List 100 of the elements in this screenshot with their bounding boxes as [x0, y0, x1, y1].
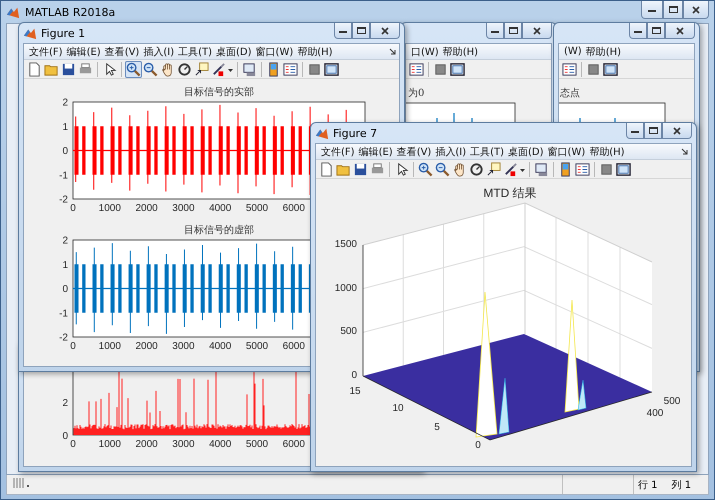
axis-tick-label: 2: [62, 98, 68, 108]
close-button[interactable]: [522, 23, 552, 39]
data-cursor-icon[interactable]: [485, 160, 502, 178]
window-panel-icon[interactable]: [449, 60, 466, 78]
minimize-button[interactable]: [641, 1, 663, 19]
close-button[interactable]: [662, 123, 692, 139]
close-icon: [673, 126, 681, 134]
axis-tick-label: 500: [340, 326, 357, 337]
axis-tick-label: 2000: [135, 439, 158, 450]
menu-item[interactable]: 帮助(H): [296, 44, 334, 58]
axis-tick-label: 3000: [172, 439, 195, 450]
axis-tick-label: 400: [646, 408, 664, 419]
zoom-in-icon[interactable]: [417, 160, 434, 178]
menu-item[interactable]: 窗口(W): [546, 144, 586, 158]
menu-item[interactable]: 文件(F): [28, 44, 64, 58]
axis-tick-label: 5000: [246, 203, 268, 214]
window-panel-icon[interactable]: [602, 60, 619, 78]
matlab-logo-icon: [315, 126, 329, 140]
axis-tick-label: 3000: [172, 341, 195, 352]
axis-tick-label: 4000: [209, 341, 232, 352]
axis-tick-label: 10: [392, 403, 404, 414]
close-icon: [533, 26, 541, 34]
window-title: Figure 1: [41, 26, 86, 40]
legend-icon[interactable]: [282, 60, 299, 78]
axis-tick-label: 1500: [334, 239, 357, 250]
maximize-button[interactable]: [644, 123, 662, 139]
legend-icon[interactable]: [574, 160, 591, 178]
matlab-logo-icon: [6, 5, 20, 19]
zoom-out-icon[interactable]: [434, 160, 451, 178]
close-icon: [676, 26, 684, 34]
menu-item[interactable]: 桌面(D): [507, 144, 545, 158]
minimize-button[interactable]: [626, 123, 644, 139]
menu-item[interactable]: 编辑(E): [66, 44, 102, 58]
menu-item[interactable]: 口(W): [410, 44, 440, 58]
menu-item[interactable]: 工具(T): [469, 144, 506, 158]
menu-item[interactable]: 编辑(E): [358, 144, 394, 158]
rotate-icon[interactable]: [176, 60, 193, 78]
axis-tick-label: 0: [351, 370, 357, 381]
axis-tick-label: 15: [349, 386, 361, 397]
plot-title: 目标信号的虚部: [184, 225, 254, 236]
legend-icon[interactable]: [408, 60, 425, 78]
close-icon: [381, 26, 389, 34]
window-panel-icon[interactable]: [323, 60, 340, 78]
axis-tick-label: 6000: [282, 341, 305, 352]
menu-item[interactable]: 帮助(H): [588, 144, 626, 158]
axis-tick-label: 6000: [282, 203, 305, 214]
minimize-button[interactable]: [486, 23, 504, 39]
close-button[interactable]: [665, 23, 695, 39]
menu-item[interactable]: 帮助(H): [442, 44, 480, 58]
maximize-button[interactable]: [647, 23, 665, 39]
data-cursor-icon[interactable]: [193, 60, 210, 78]
zoom-in-icon[interactable]: [125, 60, 142, 78]
window-panel-icon[interactable]: [615, 160, 632, 178]
axis-tick-label: 4000: [209, 439, 232, 450]
dock-arrow-icon[interactable]: [389, 48, 396, 55]
axis-tick-label: 6000: [282, 439, 305, 450]
axis-tick-label: 0: [70, 439, 76, 450]
maximize-icon: [648, 127, 658, 134]
monitor-icon[interactable]: [533, 160, 550, 178]
axis-tick-label: 0: [62, 431, 68, 442]
close-button[interactable]: [370, 23, 400, 39]
menu-item[interactable]: 插入(I): [142, 44, 176, 58]
axis-tick-label: 1: [62, 260, 68, 271]
menu-item[interactable]: 帮助(H): [584, 44, 622, 58]
menu-item[interactable]: 查看(V): [396, 144, 432, 158]
window-title: MATLAB R2018a: [25, 6, 116, 18]
menu-item[interactable]: (W): [563, 46, 583, 57]
plot-title: 态点: [560, 88, 580, 99]
maximize-button[interactable]: [504, 23, 522, 39]
zoom-out-icon[interactable]: [142, 60, 159, 78]
menu-item[interactable]: 文件(F): [320, 144, 356, 158]
menu-item[interactable]: 工具(T): [177, 44, 214, 58]
maximize-button[interactable]: [352, 23, 370, 39]
axis-tick-label: 1000: [334, 283, 357, 294]
maximize-icon: [652, 27, 660, 34]
minimize-button[interactable]: [334, 23, 352, 39]
close-button[interactable]: [683, 1, 709, 19]
maximize-button[interactable]: [663, 1, 683, 19]
axis-tick-label: 500: [664, 396, 680, 407]
axis-tick-label: -2: [59, 332, 68, 344]
column-indicator: 列 1: [672, 478, 692, 492]
menu-item[interactable]: 桌面(D): [215, 44, 253, 58]
axis-tick-label: -2: [59, 194, 68, 206]
dock-arrow-icon[interactable]: [681, 148, 688, 155]
axis-tick-label: 4000: [209, 203, 232, 214]
close-icon: [692, 6, 700, 14]
legend-icon[interactable]: [561, 60, 578, 78]
monitor-icon[interactable]: [241, 60, 258, 78]
axis-tick-label: 2000: [135, 341, 158, 352]
minimize-button[interactable]: [629, 23, 647, 39]
rotate-icon[interactable]: [468, 160, 485, 178]
plot-title: 目标信号的实部: [184, 87, 254, 98]
axis-tick-label: 5000: [246, 439, 268, 450]
row-indicator: 行 1: [638, 478, 658, 492]
menu-item[interactable]: 查看(V): [104, 44, 140, 58]
axis-tick-label: -1: [59, 308, 68, 320]
axis-tick-label: 3000: [172, 203, 195, 214]
plot-title: 为0: [408, 88, 424, 99]
menu-item[interactable]: 窗口(W): [254, 44, 294, 58]
menu-item[interactable]: 插入(I): [434, 144, 468, 158]
